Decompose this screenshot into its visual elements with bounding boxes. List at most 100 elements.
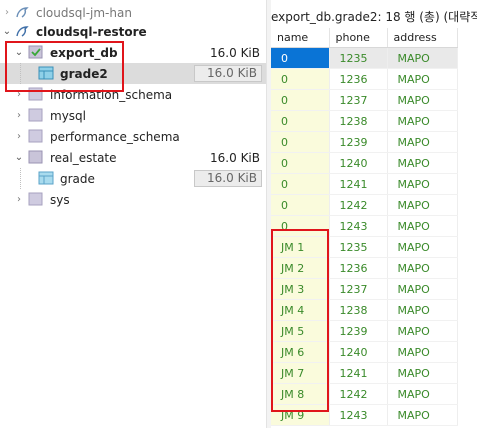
tree-item-cloudsql-jm-han[interactable]: › cloudsql-jm-han [0,2,266,23]
phone-cell[interactable]: 1241 [329,362,388,384]
phone-cell[interactable]: 1236 [329,68,388,90]
address-cell[interactable]: MAPO [387,320,458,342]
address-cell[interactable]: MAPO [387,404,458,426]
table-row[interactable]: 0 1235 MAPO [271,47,458,69]
tree-item-grade2[interactable]: grade2 16.0 KiB [0,63,266,84]
name-cell[interactable]: JM 9 [271,404,330,426]
tree-guide [20,63,21,84]
name-cell[interactable]: JM 2 [271,257,330,279]
tree-item-sys[interactable]: › sys [0,189,266,210]
size-label: 16.0 KiB [194,65,262,82]
address-cell[interactable]: MAPO [387,257,458,279]
phone-cell[interactable]: 1240 [329,341,388,363]
address-cell[interactable]: MAPO [387,131,458,153]
database-label: sys [50,192,70,207]
address-cell[interactable]: MAPO [387,215,458,237]
phone-cell[interactable]: 1235 [329,236,388,258]
name-cell[interactable]: JM 6 [271,341,330,363]
tree-item-grade[interactable]: grade 16.0 KiB [0,168,266,189]
phone-cell[interactable]: 1239 [329,320,388,342]
table-row[interactable]: 0 1241 MAPO [271,173,458,195]
name-cell[interactable]: JM 1 [271,236,330,258]
table-row[interactable]: JM 8 1242 MAPO [271,383,458,405]
table-row[interactable]: 0 1238 MAPO [271,110,458,132]
tree-item-cloudsql-restore[interactable]: ⌄ cloudsql-restore [0,21,266,42]
tree-item-export-db[interactable]: ⌄ export_db 16.0 KiB [0,42,266,63]
chevron-right-icon[interactable]: › [14,89,24,100]
table-row[interactable]: 0 1242 MAPO [271,194,458,216]
table-row[interactable]: JM 6 1240 MAPO [271,341,458,363]
name-cell[interactable]: 0 [271,89,330,111]
table-label: grade2 [60,66,108,81]
name-cell[interactable]: JM 3 [271,278,330,300]
name-cell[interactable]: JM 4 [271,299,330,321]
name-cell[interactable]: JM 5 [271,320,330,342]
tree-item-real-estate[interactable]: ⌄ real_estate 16.0 KiB [0,147,266,168]
tree-item-mysql[interactable]: › mysql [0,105,266,126]
phone-cell[interactable]: 1242 [329,194,388,216]
column-header-address[interactable]: address [387,28,458,48]
table-row[interactable]: JM 4 1238 MAPO [271,299,458,321]
phone-cell[interactable]: 1242 [329,383,388,405]
phone-cell[interactable]: 1243 [329,404,388,426]
phone-cell[interactable]: 1235 [329,47,388,69]
address-cell[interactable]: MAPO [387,194,458,216]
table-row[interactable]: JM 5 1239 MAPO [271,320,458,342]
table-row[interactable]: JM 1 1235 MAPO [271,236,458,258]
table-row[interactable]: 0 1243 MAPO [271,215,458,237]
phone-cell[interactable]: 1237 [329,278,388,300]
table-row[interactable]: JM 7 1241 MAPO [271,362,458,384]
address-cell[interactable]: MAPO [387,47,458,69]
address-cell[interactable]: MAPO [387,110,458,132]
address-cell[interactable]: MAPO [387,152,458,174]
phone-cell[interactable]: 1239 [329,131,388,153]
address-cell[interactable]: MAPO [387,68,458,90]
table-row[interactable]: JM 9 1243 MAPO [271,404,458,426]
phone-cell[interactable]: 1238 [329,299,388,321]
phone-cell[interactable]: 1236 [329,257,388,279]
database-tree: › cloudsql-jm-han ⌄ cloudsql-restore ⌄ e… [0,0,266,428]
address-cell[interactable]: MAPO [387,341,458,363]
name-cell[interactable]: JM 7 [271,362,330,384]
phone-cell[interactable]: 1238 [329,110,388,132]
table-row[interactable]: 0 1239 MAPO [271,131,458,153]
name-cell[interactable]: 0 [271,194,330,216]
name-cell[interactable]: 0 [271,68,330,90]
table-row[interactable]: 0 1240 MAPO [271,152,458,174]
tree-item-information-schema[interactable]: › information_schema [0,84,266,105]
column-header-name[interactable]: name [271,28,330,48]
phone-cell[interactable]: 1241 [329,173,388,195]
phone-cell[interactable]: 1240 [329,152,388,174]
table-row[interactable]: JM 2 1236 MAPO [271,257,458,279]
address-cell[interactable]: MAPO [387,89,458,111]
database-label: mysql [50,108,86,123]
chevron-down-icon[interactable]: ⌄ [14,152,24,163]
chevron-down-icon[interactable]: ⌄ [14,47,24,58]
chevron-right-icon[interactable]: › [14,131,24,142]
column-header-phone[interactable]: phone [329,28,388,48]
chevron-down-icon[interactable]: ⌄ [2,26,12,37]
phone-cell[interactable]: 1243 [329,215,388,237]
name-cell[interactable]: 0 [271,47,330,69]
address-cell[interactable]: MAPO [387,278,458,300]
chevron-right-icon[interactable]: › [14,110,24,121]
address-cell[interactable]: MAPO [387,383,458,405]
phone-cell[interactable]: 1237 [329,89,388,111]
address-cell[interactable]: MAPO [387,299,458,321]
table-row[interactable]: JM 3 1237 MAPO [271,278,458,300]
chevron-right-icon[interactable]: › [14,194,24,205]
chevron-right-icon[interactable]: › [2,7,12,18]
address-cell[interactable]: MAPO [387,173,458,195]
name-cell[interactable]: 0 [271,131,330,153]
name-cell[interactable]: 0 [271,110,330,132]
tree-item-performance-schema[interactable]: › performance_schema [0,126,266,147]
table-row[interactable]: 0 1236 MAPO [271,68,458,90]
name-cell[interactable]: JM 8 [271,383,330,405]
name-cell[interactable]: 0 [271,215,330,237]
name-cell[interactable]: 0 [271,173,330,195]
address-cell[interactable]: MAPO [387,362,458,384]
address-cell[interactable]: MAPO [387,236,458,258]
connection-label: cloudsql-restore [36,24,147,39]
table-row[interactable]: 0 1237 MAPO [271,89,458,111]
name-cell[interactable]: 0 [271,152,330,174]
